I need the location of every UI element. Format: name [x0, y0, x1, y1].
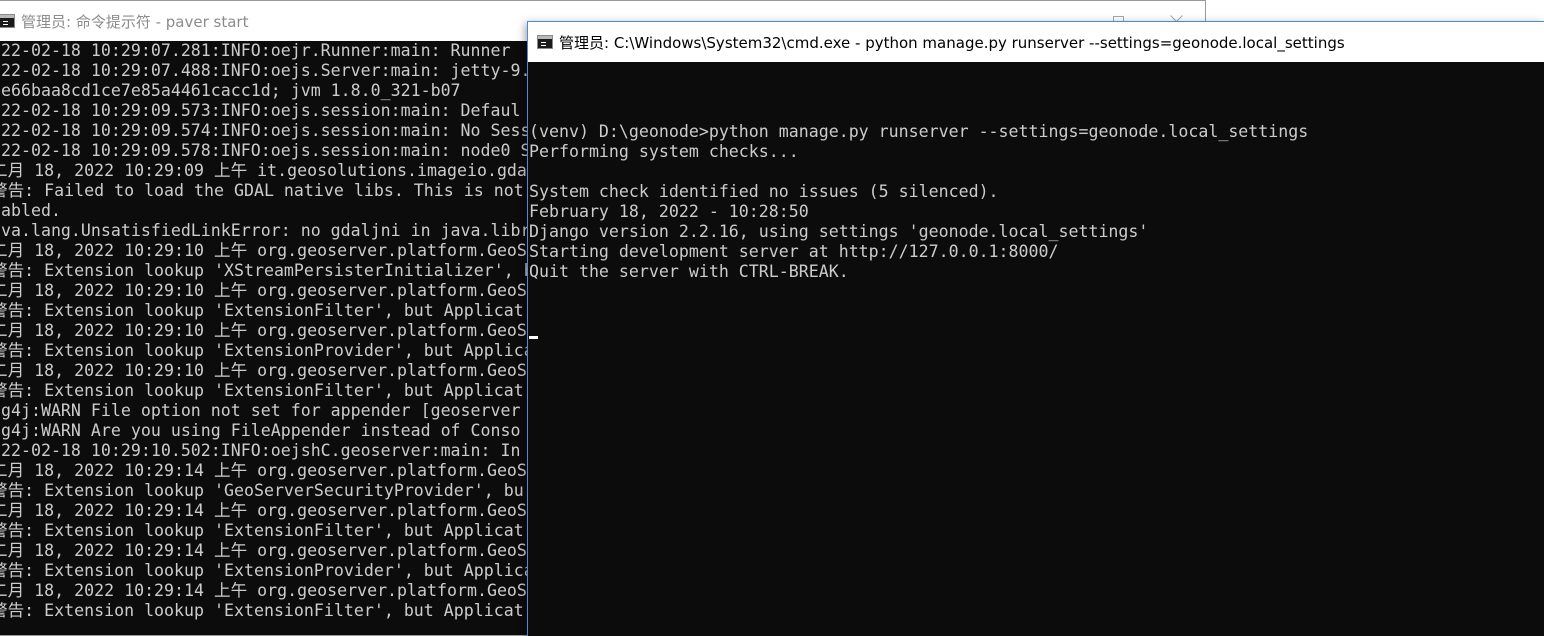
- console-line: 警告: Extension lookup 'XStreamPersisterIn…: [0, 261, 534, 280]
- console-line: 警告: Extension lookup 'ExtensionProvider'…: [0, 341, 534, 360]
- console-line: 二月 18, 2022 10:29:10 上午 org.geoserver.pl…: [0, 321, 527, 340]
- console-line: System check identified no issues (5 sil…: [529, 182, 999, 201]
- cmd-icon: [0, 14, 15, 28]
- cursor-line: [529, 322, 1544, 342]
- runserver-window-title: 管理员: C:\Windows\System32\cmd.exe - pytho…: [559, 33, 1345, 52]
- console-line: Starting development server at http://12…: [529, 242, 1059, 261]
- console-line: 022-02-18 10:29:10.502:INFO:oejshC.geose…: [0, 441, 521, 460]
- console-line: og4j:WARN File option not set for append…: [0, 401, 521, 420]
- runserver-console-lines: (venv) D:\geonode>python manage.py runse…: [529, 122, 1544, 282]
- cmd-icon: [537, 35, 553, 49]
- console-line: 二月 18, 2022 10:29:10 上午 org.geoserver.pl…: [0, 281, 527, 300]
- console-line: 警告: Extension lookup 'GeoServerSecurityP…: [0, 481, 524, 500]
- console-line: 警告: Failed to load the GDAL native libs.…: [0, 181, 524, 200]
- console-line: 022-02-18 10:29:07.488:INFO:oejs.Server:…: [0, 61, 531, 80]
- console-line: 二月 18, 2022 10:29:14 上午 org.geoserver.pl…: [0, 461, 527, 480]
- runserver-window-titlebar[interactable]: 管理员: C:\Windows\System32\cmd.exe - pytho…: [528, 22, 1544, 62]
- paver-console-lines: 022-02-18 10:29:07.281:INFO:oejr.Runner:…: [0, 41, 537, 621]
- console-line: ava.lang.UnsatisfiedLinkError: no gdaljn…: [0, 221, 531, 240]
- console-line: 二月 18, 2022 10:29:14 上午 org.geoserver.pl…: [0, 541, 527, 560]
- console-line: 二月 18, 2022 10:29:10 上午 org.geoserver.pl…: [0, 241, 527, 260]
- console-line: og4j:WARN Are you using FileAppender ins…: [0, 421, 521, 440]
- console-line: February 18, 2022 - 10:28:50: [529, 202, 809, 221]
- paver-window-title: 管理员: 命令提示符 - paver start: [21, 12, 249, 31]
- console-line: 警告: Extension lookup 'ExtensionFilter', …: [0, 521, 524, 540]
- runserver-console-window[interactable]: 管理员: C:\Windows\System32\cmd.exe - pytho…: [527, 21, 1544, 636]
- console-line: Quit the server with CTRL-BREAK.: [529, 262, 849, 281]
- console-line: 二月 18, 2022 10:29:14 上午 org.geoserver.pl…: [0, 581, 527, 600]
- console-line: 022-02-18 10:29:09.578:INFO:oejs.session…: [0, 141, 531, 160]
- console-line: 警告: Extension lookup 'ExtensionFilter', …: [0, 381, 524, 400]
- console-line: nabled.: [0, 201, 61, 220]
- desktop: 管理员: 命令提示符 - paver start 022-02-18 10:29…: [0, 0, 1544, 636]
- console-line: 二月 18, 2022 10:29:14 上午 org.geoserver.pl…: [0, 501, 527, 520]
- console-line: (venv) D:\geonode>python manage.py runse…: [529, 122, 1309, 141]
- console-line: Performing system checks...: [529, 142, 799, 161]
- console-line: Django version 2.2.16, using settings 'g…: [529, 222, 1149, 241]
- runserver-console-output[interactable]: (venv) D:\geonode>python manage.py runse…: [529, 82, 1544, 636]
- text-cursor: [529, 336, 538, 339]
- console-line: 022-02-18 10:29:09.573:INFO:oejs.session…: [0, 101, 521, 120]
- console-line: 二月 18, 2022 10:29:09 上午 it.geosolutions.…: [0, 161, 537, 180]
- console-line: 8e66baa8cd1ce7e85a4461cacc1d; jvm 1.8.0_…: [0, 81, 461, 100]
- console-line: 警告: Extension lookup 'ExtensionFilter', …: [0, 301, 524, 320]
- console-line: 警告: Extension lookup 'ExtensionProvider'…: [0, 561, 534, 580]
- console-line: 二月 18, 2022 10:29:10 上午 org.geoserver.pl…: [0, 361, 527, 380]
- console-line: 022-02-18 10:29:09.574:INFO:oejs.session…: [0, 121, 531, 140]
- console-line: 022-02-18 10:29:07.281:INFO:oejr.Runner:…: [0, 41, 511, 60]
- console-line: 警告: Extension lookup 'ExtensionFilter', …: [0, 601, 524, 620]
